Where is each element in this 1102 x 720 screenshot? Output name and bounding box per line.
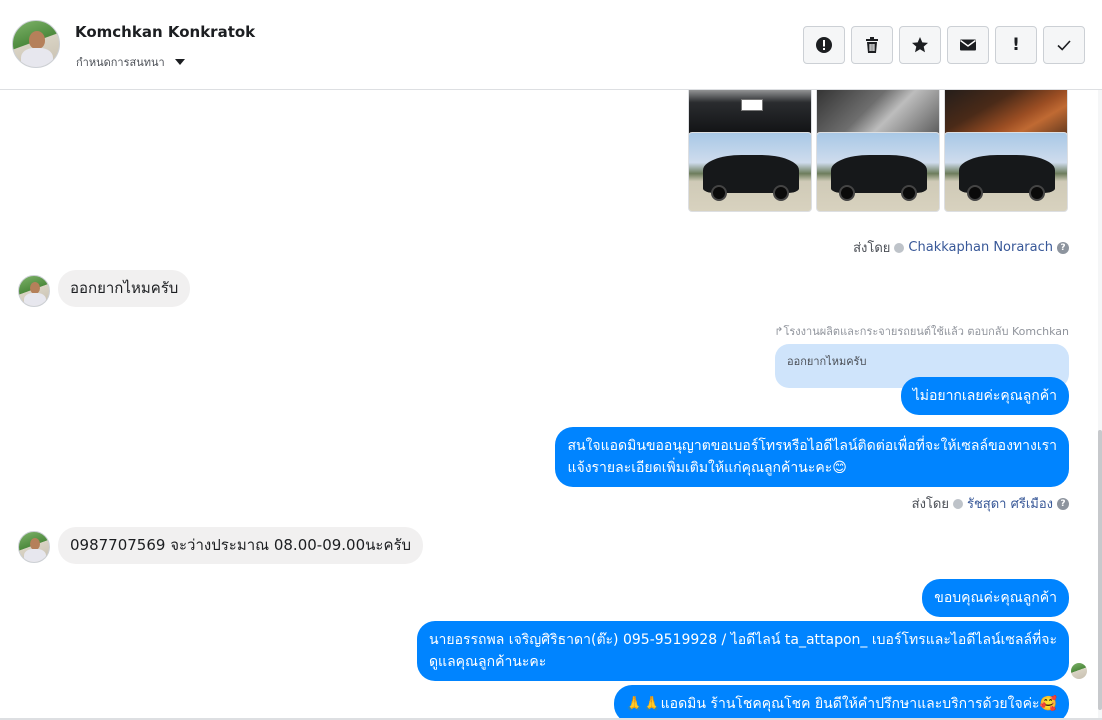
message-line: นายอรรถพล เจริญศิริธาดา(ต๊ะ) 095-9519928… [428, 632, 1057, 648]
star-button[interactable] [899, 26, 941, 64]
important-button[interactable]: ! [995, 26, 1037, 64]
exclamation-icon: ! [1012, 35, 1020, 55]
wheel [711, 185, 727, 201]
sender-name-link[interactable]: Chakkaphan Norarach [908, 240, 1053, 255]
sent-by-label: ส่งโดย [853, 241, 891, 256]
wheel [773, 185, 789, 201]
report-button[interactable] [803, 26, 845, 64]
message-line: แจ้งรายละเอียดเพิ่มเติมให้แก่คุณลูกค้านะ… [567, 460, 847, 476]
avatar-shirt [24, 293, 46, 306]
wheel [901, 185, 917, 201]
read-receipt-avatar [1071, 663, 1087, 679]
wheel [839, 185, 855, 201]
verified-icon [894, 242, 905, 253]
assign-conversation-label: กำหนดการสนทนา [76, 56, 165, 69]
scrollbar-track[interactable] [1098, 90, 1102, 720]
assign-conversation-dropdown[interactable]: กำหนดการสนทนา [76, 53, 185, 71]
sender-name-link[interactable]: รัชสุดา ศรีเมือง [967, 493, 1053, 514]
trash-icon [866, 37, 878, 53]
message-line: ดูแลคุณลูกค้านะคะ [428, 654, 547, 670]
outgoing-message[interactable]: 🙏🙏แอดมิน ร้านโชคคุณโชค ยินดีให้คำปรึกษาแ… [613, 685, 1069, 720]
message-thread: ส่งโดย Chakkaphan Norarach ? ออกยากไหมคร… [0, 90, 1102, 720]
envelope-icon [960, 39, 976, 51]
help-icon[interactable]: ? [1057, 241, 1069, 254]
wheel [967, 185, 983, 201]
reply-context-label: ↱โรงงานผลิตและกระจายรถยนต์ใช้แล้ว ตอบกลั… [774, 325, 1069, 338]
sent-by-line: ส่งโดย Chakkaphan Norarach ? [853, 237, 1069, 258]
outgoing-message[interactable]: นายอรรถพล เจริญศิริธาดา(ต๊ะ) 095-9519928… [416, 621, 1069, 681]
outgoing-message[interactable]: สนใจแอดมินขออนุญาตขอเบอร์โทรหรือไอดีไลน์… [555, 427, 1069, 487]
contact-avatar-small[interactable] [18, 531, 50, 563]
outgoing-message[interactable]: ไม่อยากเลยค่ะคุณลูกค้า [900, 377, 1069, 415]
outgoing-message[interactable]: ขอบคุณค่ะคุณลูกค้า [922, 579, 1069, 617]
help-icon[interactable]: ? [1057, 497, 1069, 510]
contact-avatar[interactable] [12, 20, 60, 68]
verified-icon [952, 498, 963, 509]
message-line: สนใจแอดมินขออนุญาตขอเบอร์โทรหรือไอดีไลน์… [567, 438, 1057, 454]
unread-button[interactable] [947, 26, 989, 64]
sent-by-line: ส่งโดย รัชสุดา ศรีเมือง ? [912, 493, 1069, 514]
check-icon [1057, 40, 1071, 51]
avatar-shirt [24, 549, 46, 562]
incoming-message[interactable]: ออกยากไหมครับ [58, 270, 191, 307]
conversation-toolbar: ! [803, 26, 1085, 64]
contact-name[interactable]: Komchkan Konkratok [75, 23, 255, 41]
scrollbar-thumb[interactable] [1098, 430, 1102, 710]
incoming-message[interactable]: 0987707569 จะว่างประมาณ 08.00-09.00นะครั… [58, 527, 424, 564]
car-photo[interactable] [816, 132, 940, 212]
star-icon [912, 37, 928, 53]
car-photo[interactable] [688, 132, 812, 212]
wheel [1029, 185, 1045, 201]
alert-circle-icon [816, 37, 832, 53]
avatar-face [29, 31, 45, 49]
contact-avatar-small[interactable] [18, 275, 50, 307]
conversation-header: Komchkan Konkratok กำหนดการสนทนา ! [0, 0, 1102, 90]
done-button[interactable] [1043, 26, 1085, 64]
avatar-shirt [21, 48, 53, 67]
license-plate [741, 99, 763, 111]
caret-down-icon [174, 59, 185, 65]
sent-by-label: ส่งโดย [911, 497, 949, 512]
delete-button[interactable] [851, 26, 893, 64]
car-photo[interactable] [944, 132, 1068, 212]
